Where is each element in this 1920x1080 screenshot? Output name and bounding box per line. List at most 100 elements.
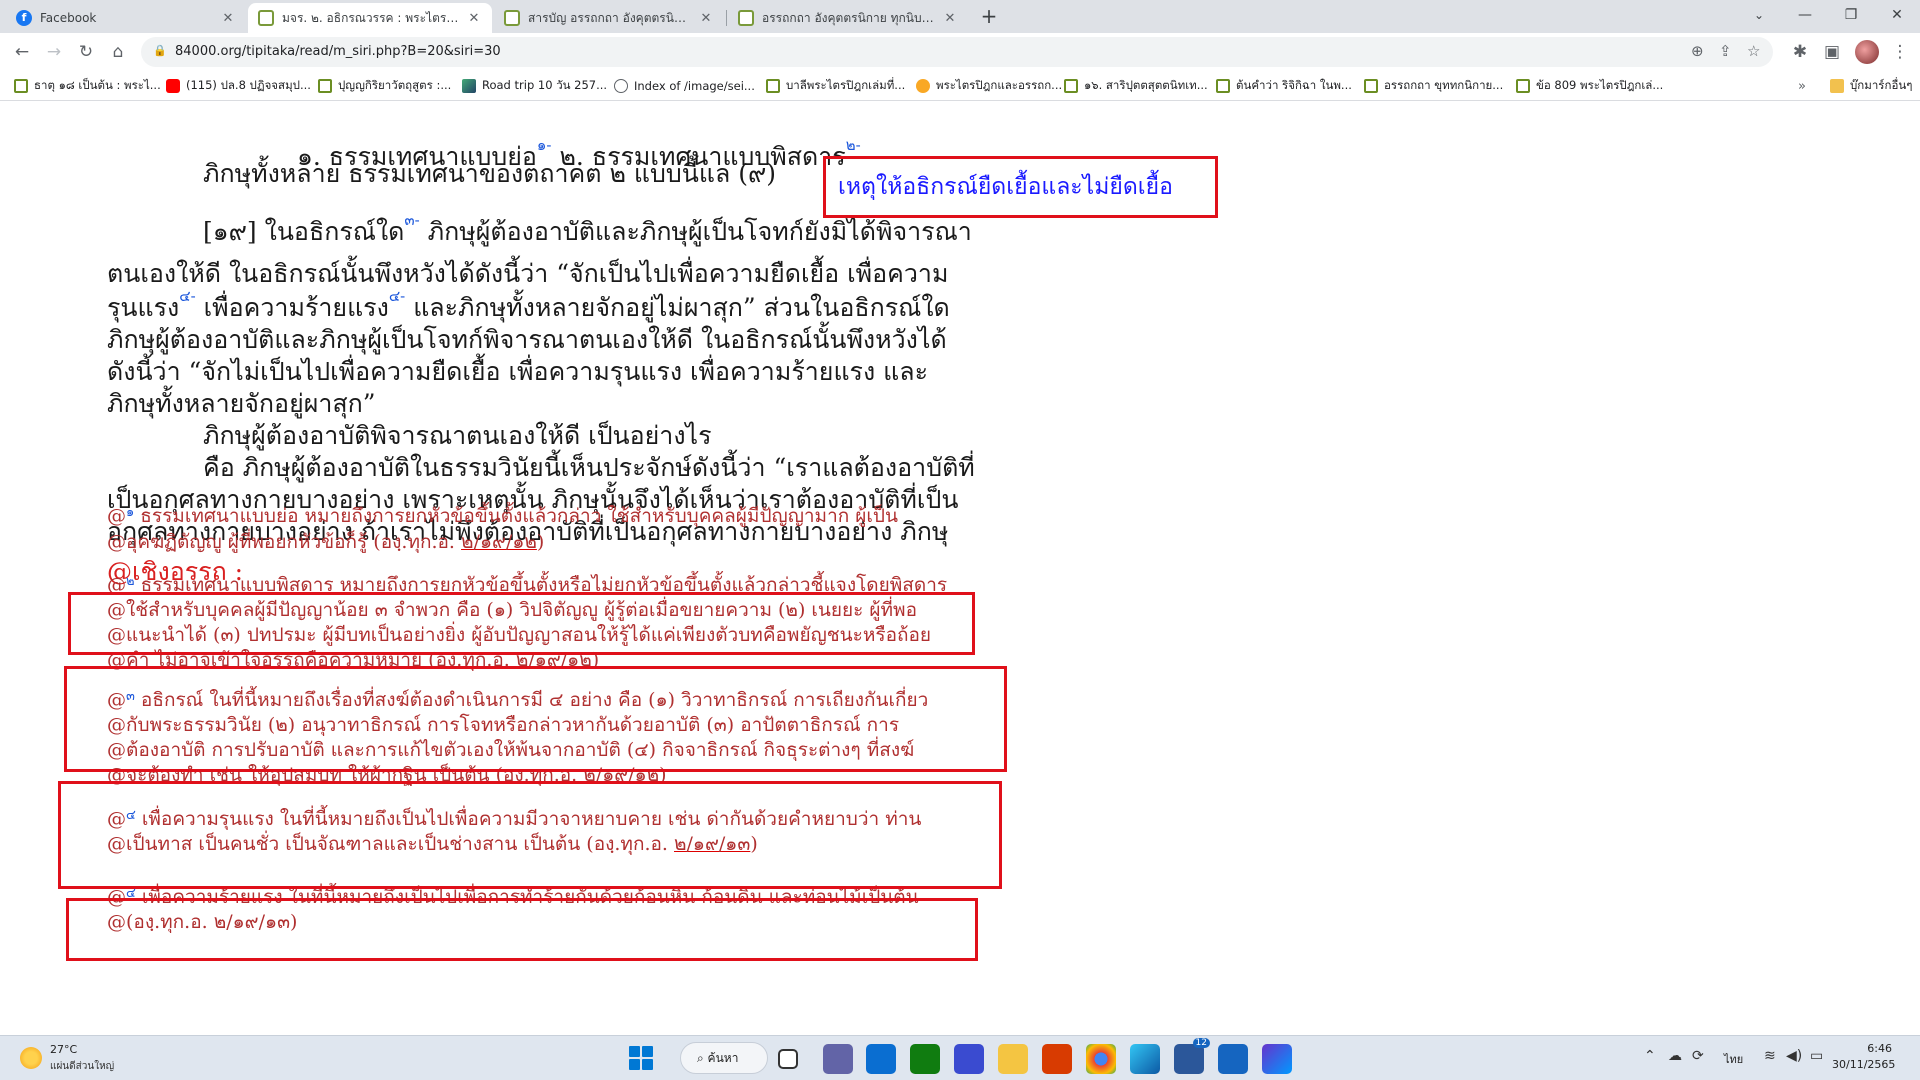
facebook-icon: f xyxy=(16,10,32,26)
text-segment: @อุคฆฏิตัญญู ผู้ที่พอยกหัวข้อก็รู้ (องฺ.… xyxy=(107,531,462,553)
sync-icon[interactable]: ⟳ xyxy=(1692,1048,1704,1064)
bookmark-item[interactable]: (115) ปล.8 ปฏิจจสมุป... xyxy=(166,77,311,95)
bookmark-item[interactable]: ธาตุ ๑๘ เป็นต้น : พระไ... xyxy=(14,77,161,95)
tab-search-button[interactable]: ⌄ xyxy=(1736,0,1782,30)
clock-time[interactable]: 6:46 xyxy=(1832,1042,1892,1055)
home-button[interactable]: ⌂ xyxy=(104,38,132,66)
weather-desc: แผ่นดีส่วนใหญ่ xyxy=(50,1061,115,1072)
leaf-icon xyxy=(1216,79,1230,93)
address-bar[interactable]: 🔒 84000.org/tipitaka/read/m_siri.php?B=2… xyxy=(141,37,1773,67)
bookmarks-overflow-icon[interactable]: » xyxy=(1798,77,1806,95)
store-icon[interactable]: 12 xyxy=(1174,1038,1210,1074)
footnote-marker[interactable]: ๔- xyxy=(179,287,195,305)
bookmark-item[interactable]: ต้นคำว่า ริจิกิฉา ในพ... xyxy=(1216,77,1352,95)
office-icon[interactable] xyxy=(1042,1044,1072,1074)
back-button[interactable]: ← xyxy=(8,38,36,66)
weather-icon[interactable] xyxy=(20,1047,42,1069)
app-icon[interactable] xyxy=(954,1044,984,1074)
tab-commentary[interactable]: อรรถกถา อังคุตตรนิกาย ทุกนิบาต ปฐ ✕ xyxy=(728,3,968,33)
leaf-icon xyxy=(1364,79,1378,93)
start-button[interactable] xyxy=(629,1046,653,1070)
url-text: 84000.org/tipitaka/read/m_siri.php?B=20&… xyxy=(175,44,501,59)
menu-icon[interactable]: ⋮ xyxy=(1886,38,1914,66)
xbox-icon[interactable] xyxy=(910,1044,940,1074)
leaf-icon xyxy=(738,10,754,26)
bookmark-item[interactable]: พระไตรปิฎกและอรรถก... xyxy=(916,77,1062,95)
bookmark-item[interactable]: อรรถกถา ขุททกนิกาย... xyxy=(1364,77,1503,95)
lock-icon[interactable]: 🔒 xyxy=(153,44,167,57)
cloud-icon[interactable]: ☁ xyxy=(1668,1048,1682,1064)
leaf-icon xyxy=(766,79,780,93)
bookmark-item[interactable]: ข้อ 809 พระไตรปิฎกเล่... xyxy=(1516,77,1663,95)
text-segment: รุนแรง xyxy=(107,293,180,322)
bookmark-label: อรรถกถา ขุททกนิกาย... xyxy=(1384,78,1504,92)
app-icon[interactable] xyxy=(1262,1044,1292,1074)
forward-button[interactable]: → xyxy=(40,38,68,66)
task-view-icon[interactable] xyxy=(778,1049,798,1069)
taskbar-search[interactable]: ⌕ ค้นหา xyxy=(680,1042,768,1074)
tab-adhikarana[interactable]: มจร. ๒. อธิกรณวรรค : พระไตรปิฎกเล่ม ✕ xyxy=(248,3,492,33)
clock-date[interactable]: 30/11/2565 xyxy=(1832,1058,1895,1071)
file-explorer-icon[interactable] xyxy=(998,1044,1028,1074)
minimize-button[interactable]: — xyxy=(1782,0,1828,30)
weather-temp: 27°C xyxy=(50,1043,78,1056)
edge-icon[interactable] xyxy=(1130,1044,1160,1074)
bookmark-item[interactable]: ปุญญกิริยาวัตถุสูตร :... xyxy=(318,77,451,95)
search-label: ค้นหา xyxy=(707,1051,739,1065)
close-icon[interactable]: ✕ xyxy=(466,11,482,26)
text-segment: ภิกษุทั้งหลาย ธรรมเทศนาของตถาคต ๒ แบบนี้… xyxy=(203,159,777,188)
battery-icon[interactable]: ▭ xyxy=(1810,1048,1823,1064)
bookmark-item[interactable]: ๑๖. สาริปุตตสุตตนิทเท... xyxy=(1064,77,1208,95)
close-window-button[interactable]: ✕ xyxy=(1874,0,1920,30)
bookmark-label: ธาตุ ๑๘ เป็นต้น : พระไ... xyxy=(34,78,161,92)
text-segment: ภิกษุผู้ต้องอาบัติและภิกษุผู้เป็นโจทก์พิ… xyxy=(107,325,947,354)
footnote-marker[interactable]: ๒- xyxy=(846,136,861,154)
restore-button[interactable]: ❐ xyxy=(1828,0,1874,30)
other-bookmarks[interactable]: บุ๊กมาร์กอื่นๆ xyxy=(1830,77,1912,95)
bookmark-item[interactable]: บาลีพระไตรปิฎกเล่มที่... xyxy=(766,77,905,95)
mail-icon[interactable] xyxy=(866,1044,896,1074)
text-segment: และภิกษุทั้งหลายจักอยู่ไม่ผาสุก” ส่วนในอ… xyxy=(405,293,950,322)
bookmark-label: บุ๊กมาร์กอื่นๆ xyxy=(1850,78,1913,92)
footnote-marker[interactable]: ๑- xyxy=(537,136,552,154)
bookmark-label: Road trip 10 วัน 257... xyxy=(482,78,608,92)
page-content: ๑. ธรรมเทศนาแบบย่อ๑- ๒. ธรรมเทศนาแบบพิสด… xyxy=(0,101,1920,1035)
chrome-icon[interactable] xyxy=(1086,1044,1116,1074)
zoom-icon[interactable]: ⊕ xyxy=(1691,42,1704,60)
highlight-box xyxy=(58,781,1002,889)
share-icon[interactable]: ⇪ xyxy=(1719,42,1732,60)
text-segment: ภิกษุทั้งหลายจักอยู่ผาสุก” xyxy=(107,389,376,418)
bookmark-item[interactable]: Road trip 10 วัน 257... xyxy=(462,77,607,95)
new-tab-button[interactable]: + xyxy=(977,5,1001,29)
reload-button[interactable]: ↻ xyxy=(72,38,100,66)
reference-link[interactable]: ๒/๑๙/๑๒ xyxy=(461,531,537,553)
teams-icon[interactable] xyxy=(823,1044,853,1074)
text-line: ภิกษุทั้งหลาย ธรรมเทศนาของตถาคต ๒ แบบนี้… xyxy=(203,154,776,194)
tab-title: อรรถกถา อังคุตตรนิกาย ทุกนิบาต ปฐ xyxy=(762,10,936,25)
notification-badge: 12 xyxy=(1192,1038,1210,1048)
app-icon[interactable] xyxy=(1218,1044,1248,1074)
close-icon[interactable]: ✕ xyxy=(220,11,236,26)
bookmark-item[interactable]: Index of /image/sei... xyxy=(614,77,755,95)
bookmark-label: พระไตรปิฎกและอรรถก... xyxy=(936,78,1063,92)
annotation-box: เหตุให้อธิกรณ์ยืดเยื้อและไม่ยืดเยื้อ xyxy=(823,156,1218,218)
language-indicator[interactable]: ไทย xyxy=(1724,1050,1743,1068)
leaf-icon xyxy=(318,79,332,93)
extensions-icon[interactable]: ✱ xyxy=(1786,38,1814,66)
volume-icon[interactable]: ◀) xyxy=(1786,1048,1802,1064)
tab-facebook[interactable]: f Facebook ✕ xyxy=(6,3,246,33)
star-icon[interactable]: ☆ xyxy=(1747,42,1760,60)
wifi-icon[interactable]: ≋ xyxy=(1764,1048,1776,1064)
tab-contents[interactable]: สารบัญ อรรถกถา อังคุตตรนิกาย ทุกนิบ ✕ xyxy=(494,3,724,33)
footnote-marker[interactable]: ๓- xyxy=(404,211,419,229)
side-panel-icon[interactable]: ▣ xyxy=(1818,38,1846,66)
avatar[interactable] xyxy=(1855,40,1879,64)
close-icon[interactable]: ✕ xyxy=(942,11,958,26)
highlight-box xyxy=(68,592,975,655)
chevron-up-icon[interactable]: ⌃ xyxy=(1644,1048,1656,1064)
close-icon[interactable]: ✕ xyxy=(698,11,714,26)
footnote-marker[interactable]: ๔- xyxy=(389,287,405,305)
bookmark-label: (115) ปล.8 ปฏิจจสมุป... xyxy=(186,78,311,92)
highlight-box xyxy=(66,898,978,961)
text-segment: [๑๙] ในอธิกรณ์ใด xyxy=(203,217,405,246)
